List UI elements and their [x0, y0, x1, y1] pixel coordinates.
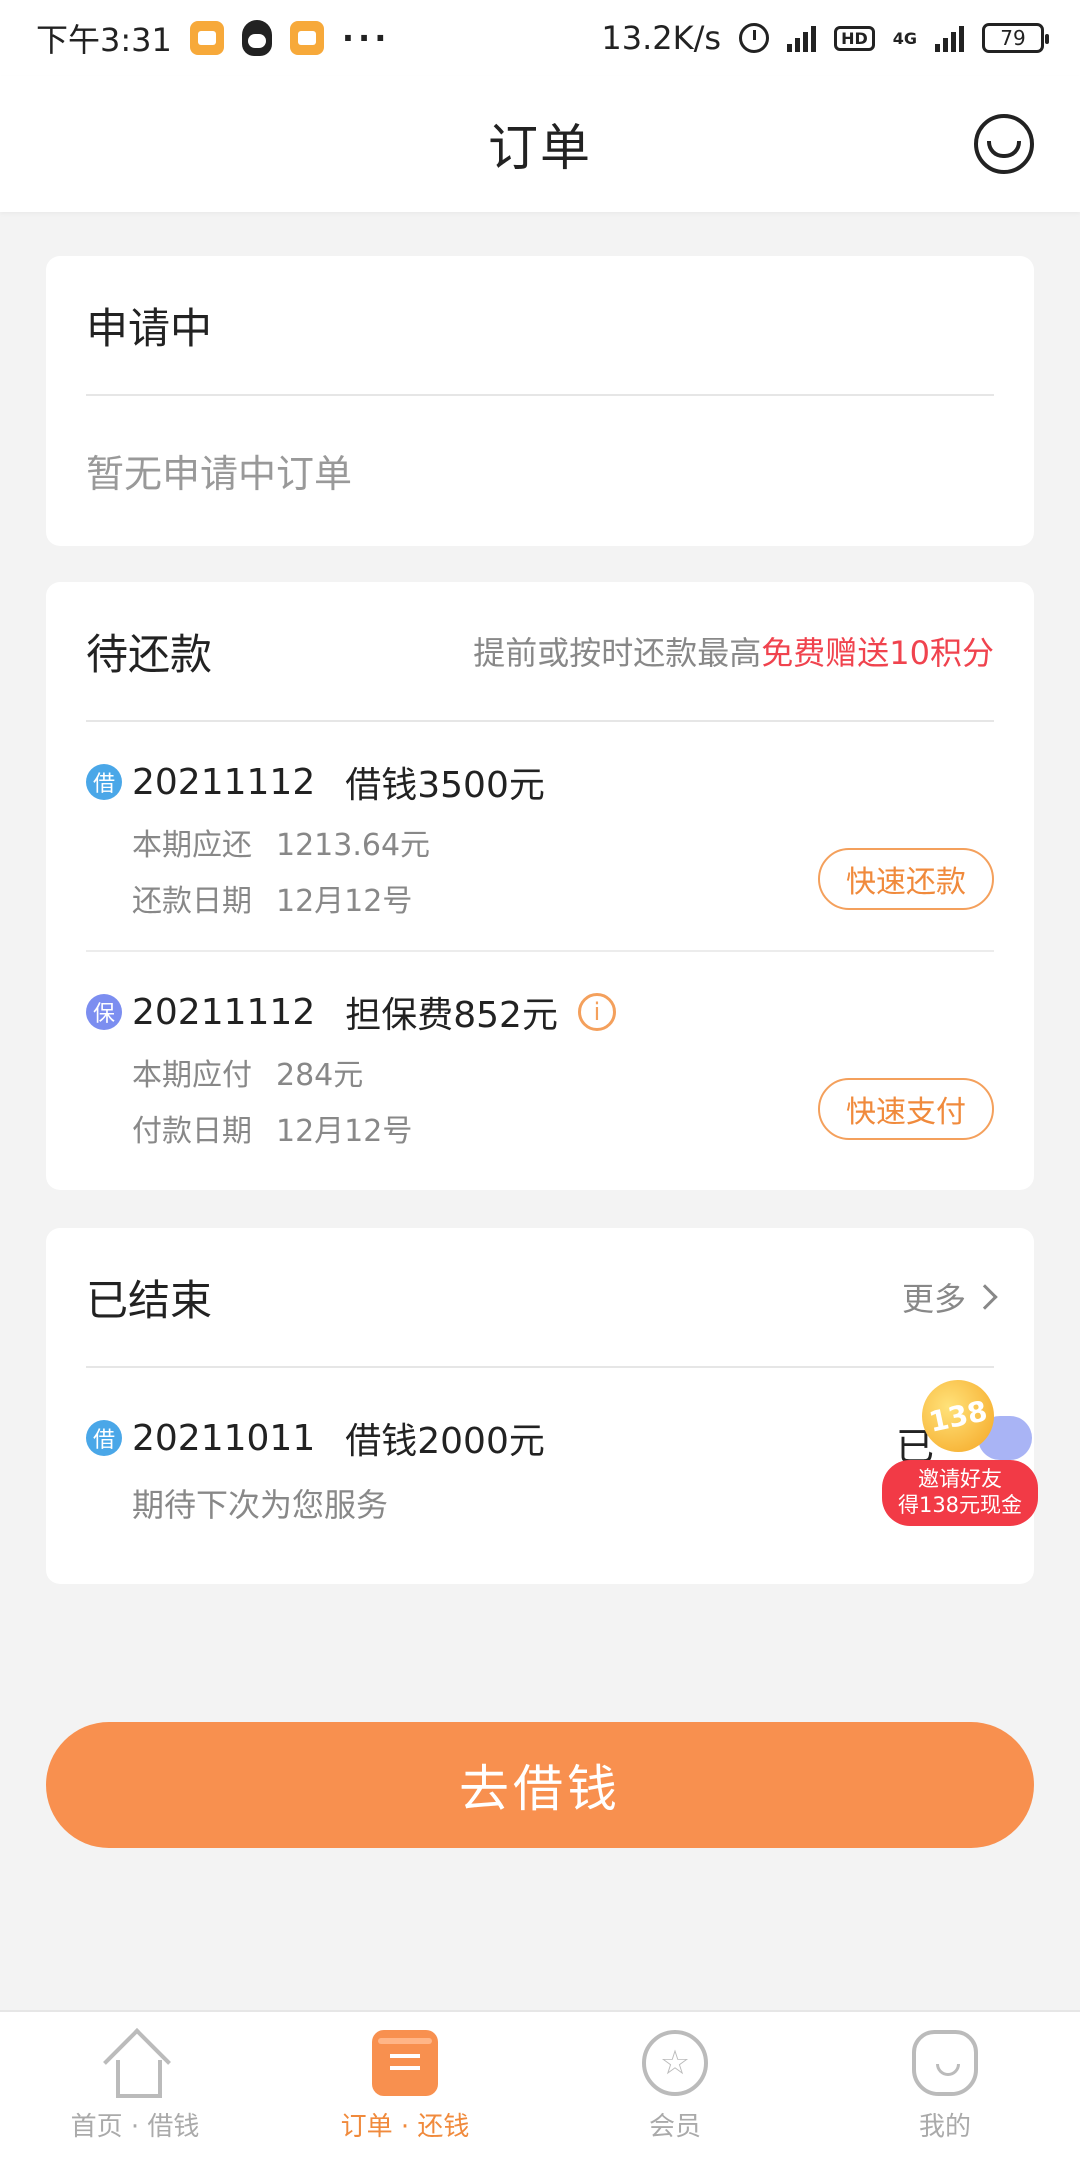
invite-tag: 邀请好友 得138元现金 [882, 1460, 1038, 1526]
nav-home[interactable]: 首页 · 借钱 [0, 2012, 270, 2160]
order-note: 期待下次为您服务 [132, 1486, 389, 1524]
due-date-label: 付款日期 [132, 1114, 252, 1149]
more-notifications-icon: ··· [341, 19, 391, 57]
home-icon [102, 2030, 168, 2098]
info-icon[interactable]: i [577, 993, 616, 1031]
nav-mine-label: 我的 [918, 2111, 971, 2142]
order-desc: 担保费852元 [345, 995, 558, 1036]
applying-card-header: 申请中 [86, 256, 994, 396]
promo-highlight: 免费赠送10积分 [761, 634, 994, 672]
borrow-badge-icon: 借 [86, 764, 122, 800]
network-type: 4G [892, 28, 917, 48]
order-desc: 借钱3500元 [345, 765, 545, 806]
signal-icon [935, 24, 964, 52]
nav-orders[interactable]: 订单 · 还钱 [270, 2012, 540, 2160]
invite-line2: 得138元现金 [897, 1493, 1023, 1517]
hd-icon: HD [834, 25, 875, 51]
amount-due-label: 本期应付 [132, 1058, 252, 1093]
status-time: 下午3:31 [36, 21, 172, 59]
due-date-value: 12月12号 [276, 1114, 413, 1149]
finished-order-item[interactable]: 借 20211011 借钱2000元 期待下次为您服务 已 [86, 1368, 994, 1576]
invite-friends-float[interactable]: 138 邀请好友 得138元现金 [882, 1373, 1038, 1530]
net-speed: 13.2K/s [601, 19, 722, 57]
order-code: 20211112 [132, 761, 316, 803]
nav-orders-label: 订单 · 还钱 [340, 2111, 470, 2142]
applying-title: 申请中 [86, 303, 213, 353]
customer-service-icon[interactable] [974, 114, 1034, 174]
borrow-badge-icon: 借 [86, 1420, 122, 1456]
amount-due-label: 本期应还 [132, 828, 252, 863]
star-icon: ☆ [642, 2029, 708, 2096]
nav-mine[interactable]: 我的 [810, 2012, 1080, 2160]
order-line: 保 20211112 担保费852元 i [86, 986, 994, 1038]
order-code: 20211112 [132, 991, 316, 1033]
quick-repay-button[interactable]: 快速还款 [818, 848, 994, 910]
amount-due-value: 1213.64元 [276, 828, 431, 863]
order-desc: 借钱2000元 [345, 1421, 545, 1462]
signal-icon [787, 24, 817, 52]
page-title: 订单 [488, 119, 592, 177]
order-item: 保 20211112 担保费852元 i 本期应付 284元 付款日期 12月12号… [86, 950, 994, 1180]
quick-pay-button[interactable]: 快速支付 [818, 1078, 994, 1140]
pending-card: 待还款 提前或按时还款最高免费赠送10积分 借 20211112 借钱3500元… [46, 582, 1034, 1190]
repayment-promo: 提前或按时还款最高免费赠送10积分 [473, 628, 994, 674]
profile-icon [912, 2029, 978, 2096]
finished-title: 已结束 [86, 1275, 213, 1325]
guarantee-badge-icon: 保 [86, 994, 122, 1030]
notification-app-icon [189, 21, 224, 55]
go-borrow-button[interactable]: 去借钱 [46, 1722, 1034, 1848]
nav-member[interactable]: ☆ 会员 [540, 2012, 810, 2160]
app-header: 订单 [0, 76, 1080, 212]
qq-icon [241, 20, 272, 56]
amount-due-value: 284元 [276, 1058, 364, 1093]
order-code: 20211011 [132, 1417, 316, 1459]
battery-icon: 79 [982, 23, 1049, 53]
order-line: 借 20211112 借钱3500元 [86, 756, 994, 808]
finished-card-header: 已结束 更多 [86, 1228, 998, 1368]
order-list-icon [372, 2029, 438, 2096]
notification-app-icon [289, 21, 324, 55]
invite-line1: 邀请好友 [918, 1467, 1002, 1491]
due-date-label: 还款日期 [132, 884, 252, 919]
applying-card: 申请中 暂无申请中订单 [46, 256, 1034, 546]
applying-empty-text: 暂无申请中订单 [86, 451, 353, 496]
status-left: 下午3:31 ··· [36, 15, 390, 61]
nav-member-label: 会员 [648, 2111, 701, 2142]
more-label: 更多 [901, 1280, 966, 1318]
pending-card-header: 待还款 提前或按时还款最高免费赠送10积分 [86, 582, 994, 722]
alarm-icon [739, 23, 770, 53]
chevron-right-icon [972, 1284, 998, 1310]
due-date-value: 12月12号 [276, 884, 413, 919]
status-bar: 下午3:31 ··· 13.2K/s HD 4G 79 [0, 0, 1080, 76]
order-line: 借 20211011 借钱2000元 [86, 1412, 994, 1464]
order-item: 借 20211112 借钱3500元 本期应还 1213.64元 还款日期 12月1… [86, 722, 994, 950]
bottom-nav: 首页 · 借钱 订单 · 还钱 ☆ 会员 我的 [0, 2010, 1080, 2160]
promo-text: 提前或按时还款最高 [473, 634, 762, 672]
more-link[interactable]: 更多 [901, 1274, 998, 1320]
status-right: 13.2K/s HD 4G 79 [601, 19, 1049, 57]
pending-title: 待还款 [86, 629, 213, 679]
nav-home-label: 首页 · 借钱 [70, 2111, 200, 2142]
